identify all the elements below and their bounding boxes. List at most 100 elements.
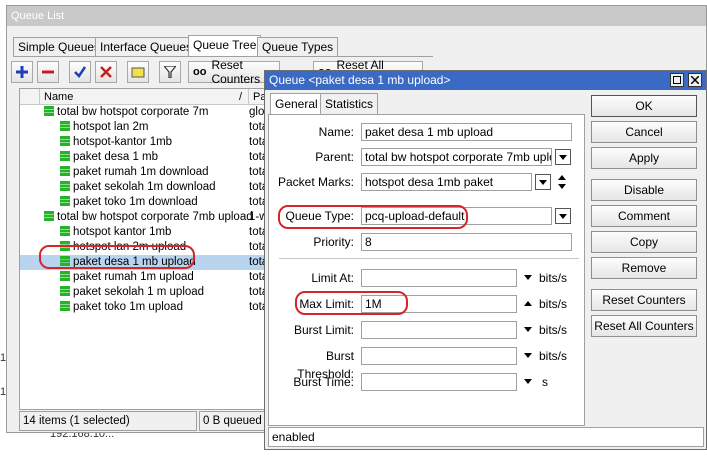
separator	[279, 258, 579, 259]
table-row[interactable]: total bw hotspot corporate 7mb upload 1-w…	[20, 210, 280, 225]
tab-queue-tree[interactable]: Queue Tree	[188, 35, 262, 57]
table-row[interactable]: hotspot lan 2m total	[20, 120, 280, 135]
sort-indicator: /	[238, 91, 242, 103]
parent-select[interactable]: total bw hotspot corporate 7mb upload	[361, 148, 552, 166]
table-row[interactable]: hotspot kantor 1mb total	[20, 225, 280, 240]
tab-interface-queues[interactable]: Interface Queues	[95, 37, 198, 57]
apply-button[interactable]: Apply	[591, 147, 697, 169]
queue-icon	[44, 106, 54, 116]
comment-button[interactable]	[127, 61, 149, 83]
table-row[interactable]: paket toko 1m upload total	[20, 300, 280, 315]
queue-icon	[60, 241, 70, 251]
reset-all-counters-button[interactable]: Reset All Counters	[591, 315, 697, 337]
row-name: total bw hotspot corporate 7m	[57, 106, 209, 118]
window-title: Queue List	[7, 6, 706, 26]
priority-label: Priority:	[313, 235, 354, 249]
maximize-icon	[673, 76, 681, 84]
add-button[interactable]	[11, 61, 33, 83]
row-name: paket toko 1m download	[73, 196, 198, 208]
tab-simple-queues[interactable]: Simple Queues	[13, 37, 106, 57]
limit-at-unit: bits/s	[539, 271, 568, 285]
limit-at-toggle[interactable]	[524, 275, 532, 280]
parent-dropdown-button[interactable]	[555, 149, 571, 165]
row-name: total bw hotspot corporate 7mb upload	[57, 211, 253, 223]
queue-icon	[60, 226, 70, 236]
max-limit-field[interactable]: 1M	[361, 295, 517, 313]
comment-button[interactable]: Comment	[591, 205, 697, 227]
maximize-button[interactable]	[670, 73, 684, 87]
packet-marks-select[interactable]: hotspot desa 1mb paket	[361, 173, 532, 191]
queue-type-dropdown-button[interactable]	[555, 208, 571, 224]
table-row[interactable]: paket sekolah 1m download total	[20, 180, 280, 195]
queue-dialog: Queue <paket desa 1 mb upload> General S…	[264, 70, 707, 450]
filter-button[interactable]	[159, 61, 181, 83]
row-name: hotspot-kantor 1mb	[73, 136, 173, 148]
queue-type-select[interactable]: pcq-upload-default	[361, 207, 552, 225]
tab-statistics[interactable]: Statistics	[320, 93, 379, 115]
queue-icon	[60, 286, 70, 296]
queue-icon	[60, 301, 70, 311]
table-row[interactable]: paket rumah 1m download total	[20, 165, 280, 180]
packet-marks-dropdown-button[interactable]	[535, 174, 551, 190]
column-name[interactable]: Name /	[40, 89, 249, 105]
table-row[interactable]: paket desa 1 mb total	[20, 150, 280, 165]
tab-divider	[13, 56, 433, 57]
queue-type-label: Queue Type:	[285, 209, 355, 223]
table-row[interactable]: paket toko 1m download total	[20, 195, 280, 210]
table-row[interactable]: hotspot-kantor 1mb total	[20, 135, 280, 150]
row-name: paket rumah 1m download	[73, 166, 209, 178]
queue-tree-list[interactable]: Name / Pare total bw hotspot corporate 7…	[19, 88, 281, 410]
list-header: Name / Pare	[20, 89, 280, 105]
burst-limit-toggle[interactable]	[524, 327, 532, 332]
remove-button[interactable]: Remove	[591, 257, 697, 279]
max-limit-label: Max Limit:	[299, 297, 354, 311]
dialog-title: Queue <paket desa 1 mb upload>	[265, 71, 706, 90]
burst-time-toggle[interactable]	[524, 379, 532, 384]
name-field[interactable]: paket desa 1 mb upload	[361, 123, 572, 141]
table-row[interactable]: total bw hotspot corporate 7mgloba	[20, 105, 280, 120]
row-name: paket sekolah 1m download	[73, 181, 216, 193]
remove-button[interactable]	[37, 61, 59, 83]
queue-icon	[60, 151, 70, 161]
disable-button[interactable]: Disable	[591, 179, 697, 201]
burst-time-field[interactable]	[361, 373, 517, 391]
dialog-status: enabled	[268, 427, 704, 447]
note-icon	[131, 67, 145, 78]
reset-counters-button[interactable]: Reset Counters	[591, 289, 697, 311]
minus-icon	[42, 70, 54, 74]
queue-icon	[60, 256, 70, 266]
row-name: hotspot lan 2m upload	[73, 241, 187, 253]
chevron-down-icon	[559, 154, 567, 160]
burst-limit-unit: bits/s	[539, 323, 568, 337]
chevron-down-icon	[539, 179, 547, 185]
check-icon	[74, 66, 86, 78]
cancel-button[interactable]: Cancel	[591, 121, 697, 143]
enable-button[interactable]	[69, 61, 91, 83]
queue-icon	[60, 136, 70, 146]
burst-limit-field[interactable]	[361, 321, 517, 339]
table-row[interactable]: paket desa 1 mb upload total	[20, 255, 280, 270]
burst-threshold-toggle[interactable]	[524, 353, 532, 358]
disable-button[interactable]	[95, 61, 117, 83]
tab-general[interactable]: General	[270, 93, 323, 115]
copy-button[interactable]: Copy	[591, 231, 697, 253]
queue-icon	[60, 121, 70, 131]
limit-at-field[interactable]	[361, 269, 517, 287]
row-name: hotspot kantor 1mb	[73, 226, 172, 238]
chevron-down-icon	[524, 327, 532, 332]
priority-field[interactable]: 8	[361, 233, 572, 251]
ok-button[interactable]: OK	[591, 95, 697, 117]
max-limit-toggle[interactable]	[524, 301, 532, 306]
table-row[interactable]: hotspot lan 2m upload total	[20, 240, 280, 255]
close-button[interactable]	[688, 73, 702, 87]
filter-icon	[164, 66, 176, 78]
chevron-down-icon	[559, 213, 567, 219]
status-items: 14 items (1 selected)	[19, 411, 197, 431]
burst-limit-label: Burst Limit:	[293, 323, 354, 337]
packet-marks-updown[interactable]	[557, 173, 569, 191]
table-row[interactable]: paket rumah 1m upload total	[20, 270, 280, 285]
burst-threshold-field[interactable]	[361, 347, 517, 365]
table-row[interactable]: paket sekolah 1 m upload total	[20, 285, 280, 300]
plus-icon	[16, 66, 28, 78]
tab-queue-types[interactable]: Queue Types	[257, 37, 339, 57]
